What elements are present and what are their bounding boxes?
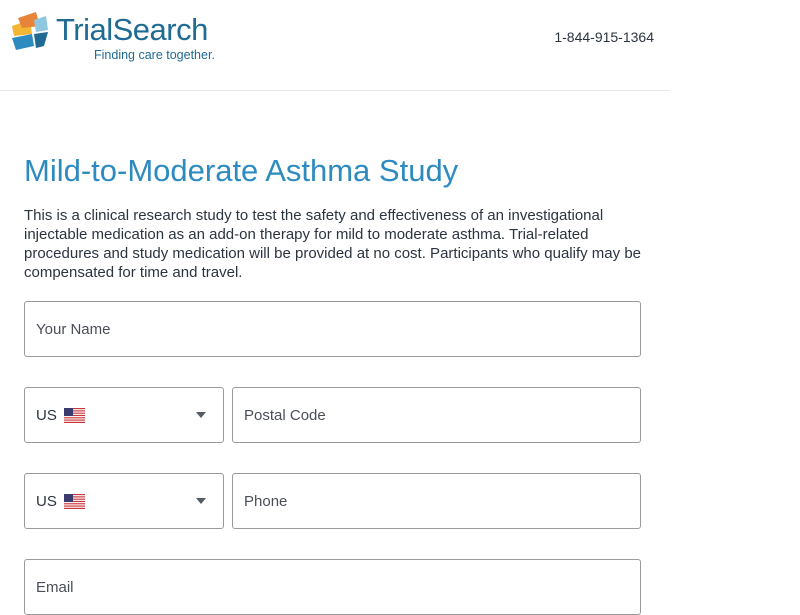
- chevron-down-icon: [196, 412, 206, 418]
- email-input[interactable]: [24, 559, 641, 615]
- us-flag-icon: [64, 408, 85, 423]
- site-header: TrialSearch Finding care together. 1-844…: [0, 0, 670, 91]
- phone-country-select[interactable]: US: [24, 473, 224, 529]
- trialsearch-logo-icon: [12, 12, 48, 50]
- brand-tagline: Finding care together.: [94, 48, 215, 62]
- study-description: This is a clinical research study to tes…: [24, 207, 641, 281]
- us-flag-icon: [64, 494, 85, 509]
- phone-link[interactable]: 1-844-915-1364: [554, 29, 654, 45]
- page-title: Mild-to-Moderate Asthma Study: [24, 153, 459, 188]
- brand-name: TrialSearch: [56, 12, 208, 47]
- postal-country-code: US: [36, 407, 57, 424]
- chevron-down-icon: [196, 498, 206, 504]
- phone-input[interactable]: [232, 473, 641, 529]
- name-input[interactable]: [24, 301, 641, 357]
- postal-code-input[interactable]: [232, 387, 641, 443]
- postal-country-select[interactable]: US: [24, 387, 224, 443]
- phone-country-code: US: [36, 493, 57, 510]
